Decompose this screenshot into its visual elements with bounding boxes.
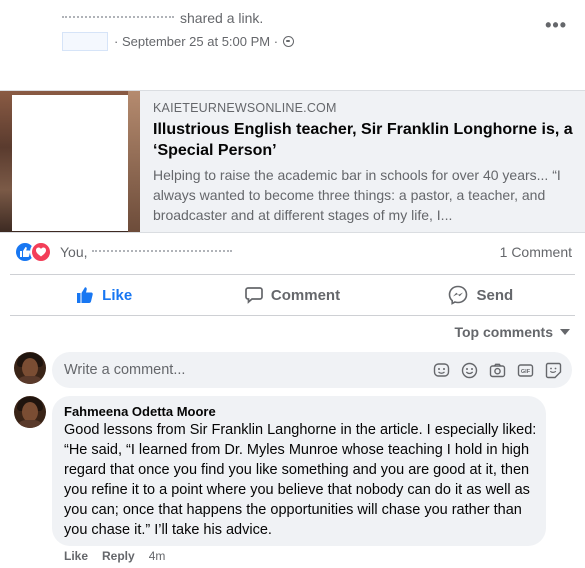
link-thumbnail	[0, 91, 140, 232]
comment-actions: Like Reply 4m	[64, 549, 165, 563]
post-header: shared a link. · September 25 at 5:00 PM…	[0, 0, 585, 90]
globe-icon	[283, 36, 295, 47]
comment-input-tools: GIF	[432, 361, 562, 379]
comment-text: Good lessons from Sir Franklin Langhorne…	[64, 422, 537, 538]
reaction-names[interactable]: You,	[60, 244, 232, 260]
comment-bubble: Fahmeena Odetta Moore Good lessons from …	[52, 396, 546, 546]
comment-icon	[245, 286, 263, 304]
redacted-group-chip[interactable]	[62, 32, 108, 51]
send-button[interactable]: Send	[387, 275, 575, 315]
post-actions: Like Comment Send	[10, 274, 575, 316]
post-meta: · September 25 at 5:00 PM ·	[62, 32, 295, 51]
comment-author[interactable]: Fahmeena Odetta Moore	[64, 404, 216, 419]
svg-text:GIF: GIF	[520, 369, 530, 375]
avatar-sticker-icon[interactable]	[432, 361, 450, 379]
link-domain: KAIETEURNEWSONLINE.COM	[153, 101, 337, 115]
redacted-thumbnail	[12, 95, 128, 231]
link-description: Helping to raise the academic bar in sch…	[153, 167, 561, 223]
emoji-icon[interactable]	[460, 361, 478, 379]
author-line: shared a link.	[62, 10, 263, 26]
redacted-author-name[interactable]	[62, 16, 174, 22]
comment-button[interactable]: Comment	[198, 275, 386, 315]
link-title[interactable]: Illustrious English teacher, Sir Frankli…	[153, 119, 573, 161]
comment-input[interactable]: Write a comment... GIF	[52, 352, 572, 388]
redacted-reactor-names	[91, 250, 232, 256]
messenger-icon	[448, 285, 468, 305]
like-label: Like	[102, 286, 133, 304]
comment-sort-label: Top comments	[454, 324, 553, 340]
reaction-names-prefix: You,	[60, 244, 88, 260]
chevron-down-icon	[560, 329, 570, 335]
post-timestamp[interactable]: September 25 at 5:00 PM	[122, 34, 270, 49]
sticker-icon[interactable]	[544, 361, 562, 379]
gif-icon[interactable]: GIF	[516, 361, 534, 379]
comment-count[interactable]: 1 Comment	[500, 244, 572, 260]
reaction-icons[interactable]	[14, 241, 54, 263]
send-label: Send	[476, 286, 514, 304]
comment-like-link[interactable]: Like	[64, 549, 88, 563]
comment-input-placeholder: Write a comment...	[64, 362, 186, 378]
author-action: shared a link.	[180, 10, 264, 26]
meta-separator-2: ·	[273, 34, 279, 49]
meta-separator: ·	[114, 34, 119, 49]
camera-icon[interactable]	[488, 361, 506, 379]
love-reaction-icon	[30, 241, 52, 263]
current-user-avatar[interactable]	[14, 352, 46, 384]
link-preview-card[interactable]: KAIETEURNEWSONLINE.COM Illustrious Engli…	[0, 90, 585, 233]
like-icon	[76, 286, 94, 304]
like-button[interactable]: Like	[10, 275, 198, 315]
link-text: KAIETEURNEWSONLINE.COM Illustrious Engli…	[153, 101, 573, 225]
commenter-avatar[interactable]	[14, 396, 46, 428]
comment-time[interactable]: 4m	[149, 549, 166, 563]
comment-label: Comment	[270, 286, 341, 304]
comment-reply-link[interactable]: Reply	[102, 549, 135, 563]
comment-sort-dropdown[interactable]: Top comments	[454, 324, 570, 340]
reactions-summary: You, 1 Comment	[0, 240, 585, 266]
more-options-button[interactable]: •••	[545, 15, 567, 36]
